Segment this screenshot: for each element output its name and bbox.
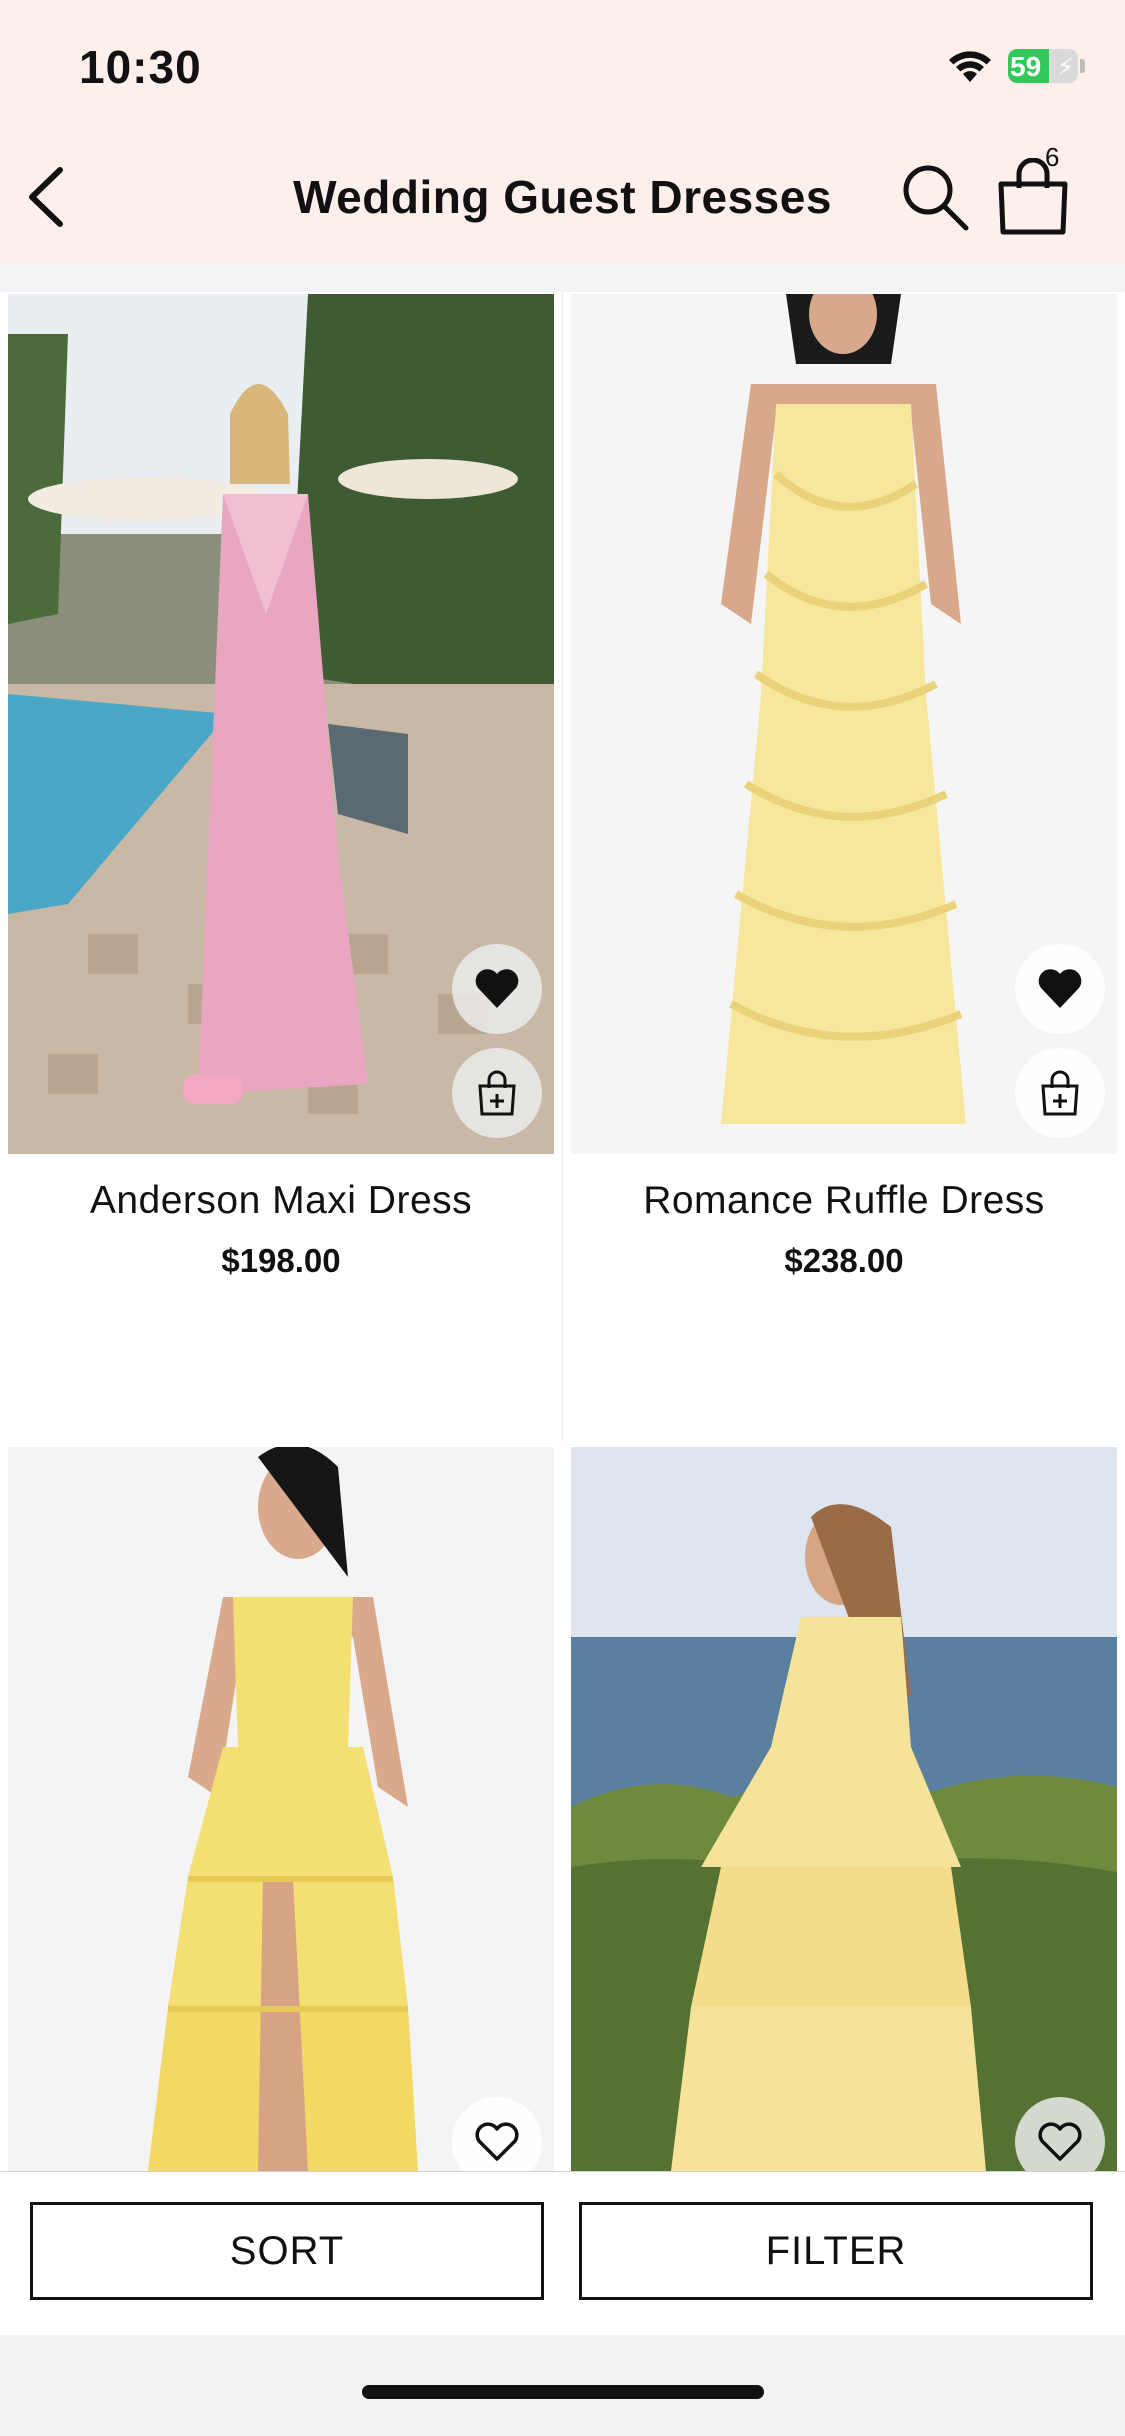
product-image[interactable]	[571, 294, 1117, 1154]
add-to-bag-icon	[1041, 1070, 1079, 1116]
sort-filter-bar: SORT FILTER	[0, 2171, 1125, 2336]
app-header: 10:30 59 ⚡ Wedding Guest Dresses 6	[0, 0, 1125, 264]
heart-icon	[475, 969, 519, 1008]
battery-cap	[1080, 59, 1085, 73]
search-icon[interactable]	[898, 160, 972, 234]
add-to-bag-icon	[478, 1070, 516, 1116]
home-indicator[interactable]	[362, 2385, 764, 2399]
header-divider-band	[0, 264, 1125, 292]
product-image[interactable]	[571, 1447, 1117, 2171]
product-image[interactable]	[8, 1447, 554, 2171]
status-time: 10:30	[79, 41, 202, 93]
battery-level: 59	[1010, 51, 1042, 82]
product-name[interactable]: Romance Ruffle Dress	[571, 1179, 1117, 1223]
product-price: $238.00	[784, 1242, 904, 1279]
product-photo	[8, 1447, 554, 2171]
sort-button[interactable]: SORT	[30, 2202, 544, 2300]
home-indicator-area	[0, 2335, 1125, 2436]
heart-outline-icon	[475, 2122, 519, 2161]
favorite-button[interactable]	[1015, 944, 1105, 1034]
charging-bolt-icon: ⚡	[1057, 54, 1074, 81]
heart-outline-icon	[1038, 2122, 1082, 2161]
cart-count-badge: 6	[1045, 142, 1060, 172]
shopping-bag-icon[interactable]	[993, 158, 1073, 236]
product-price: $198.00	[221, 1242, 341, 1279]
favorite-button[interactable]	[452, 944, 542, 1034]
product-photo	[571, 1447, 1117, 2171]
filter-button[interactable]: FILTER	[579, 2202, 1093, 2300]
grid-divider	[562, 292, 563, 1442]
add-to-bag-button[interactable]	[452, 1048, 542, 1138]
product-name[interactable]: Anderson Maxi Dress	[8, 1179, 554, 1223]
heart-icon	[1038, 969, 1082, 1008]
product-image[interactable]	[8, 294, 554, 1154]
add-to-bag-button[interactable]	[1015, 1048, 1105, 1138]
battery-icon: 59 ⚡	[1008, 49, 1078, 83]
wifi-icon	[949, 51, 991, 82]
